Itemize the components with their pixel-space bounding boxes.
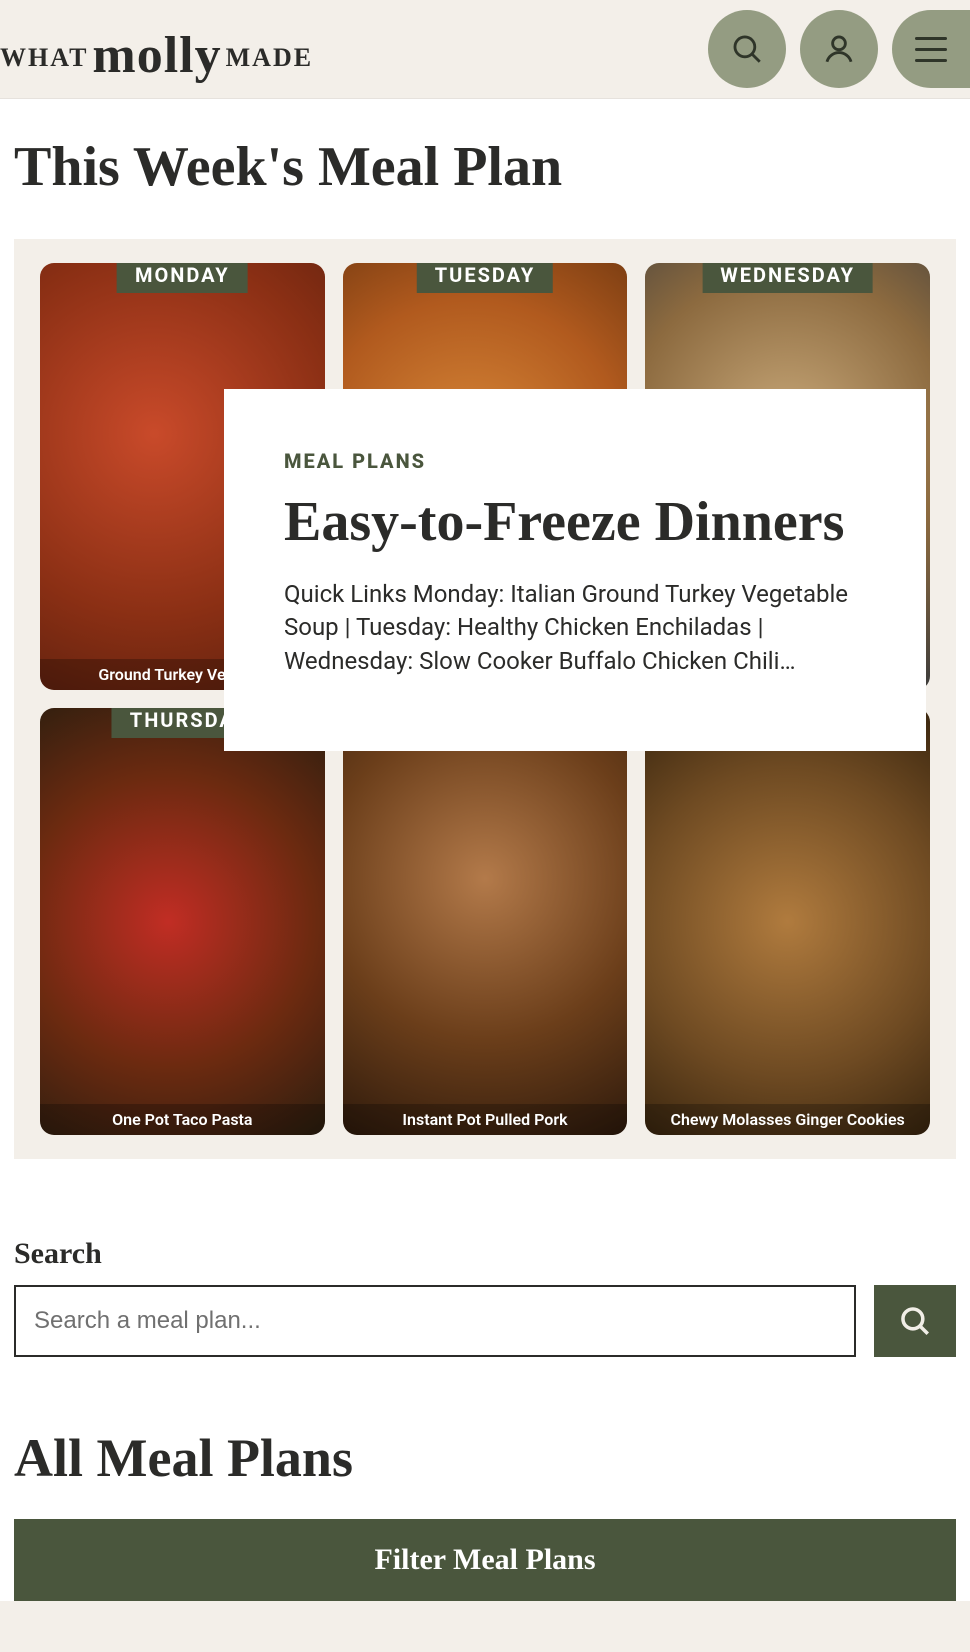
search-section: Search — [14, 1237, 956, 1357]
site-header: WHAT molly MADE — [0, 0, 970, 99]
day-tag: TUESDAY — [417, 263, 553, 293]
search-label: Search — [14, 1237, 956, 1271]
meal-thursday: THURSDA One Pot Taco Pasta — [40, 708, 325, 1135]
hero-overlay: MEAL PLANS Easy-to-Freeze Dinners Quick … — [224, 389, 926, 751]
day-tag: MONDAY — [117, 263, 248, 293]
search-icon — [730, 32, 764, 66]
overlay-description: Quick Links Monday: Italian Ground Turke… — [284, 578, 870, 679]
hamburger-icon — [915, 37, 947, 62]
header-actions — [708, 10, 970, 88]
search-row — [14, 1285, 956, 1357]
meal-caption: One Pot Taco Pasta — [40, 1104, 325, 1135]
search-submit-button[interactable] — [874, 1285, 956, 1357]
search-input[interactable] — [14, 1285, 856, 1357]
logo-prefix: WHAT — [0, 43, 88, 73]
user-icon — [822, 32, 856, 66]
meal-caption: Chewy Molasses Ginger Cookies — [645, 1104, 930, 1135]
search-icon — [898, 1304, 932, 1338]
hero-card[interactable]: MONDAY Ground Turkey Vegetab TUESDAY WED… — [14, 239, 956, 1159]
meal-saturday: Chewy Molasses Ginger Cookies — [645, 708, 930, 1135]
account-button[interactable] — [800, 10, 878, 88]
meal-friday: Instant Pot Pulled Pork — [343, 708, 628, 1135]
all-meal-plans-title: All Meal Plans — [14, 1427, 956, 1489]
header-search-button[interactable] — [708, 10, 786, 88]
overlay-category[interactable]: MEAL PLANS — [284, 449, 870, 473]
logo-brand: molly — [92, 26, 221, 85]
day-tag: WEDNESDAY — [702, 263, 873, 293]
logo-suffix: MADE — [226, 43, 313, 73]
site-logo[interactable]: WHAT molly MADE — [0, 20, 313, 79]
overlay-title[interactable]: Easy-to-Freeze Dinners — [284, 493, 870, 552]
page-title: This Week's Meal Plan — [14, 135, 956, 199]
filter-meal-plans-button[interactable]: Filter Meal Plans — [14, 1519, 956, 1601]
main-content: This Week's Meal Plan MONDAY Ground Turk… — [0, 99, 970, 1601]
meal-caption: Instant Pot Pulled Pork — [343, 1104, 628, 1135]
menu-button[interactable] — [892, 10, 970, 88]
